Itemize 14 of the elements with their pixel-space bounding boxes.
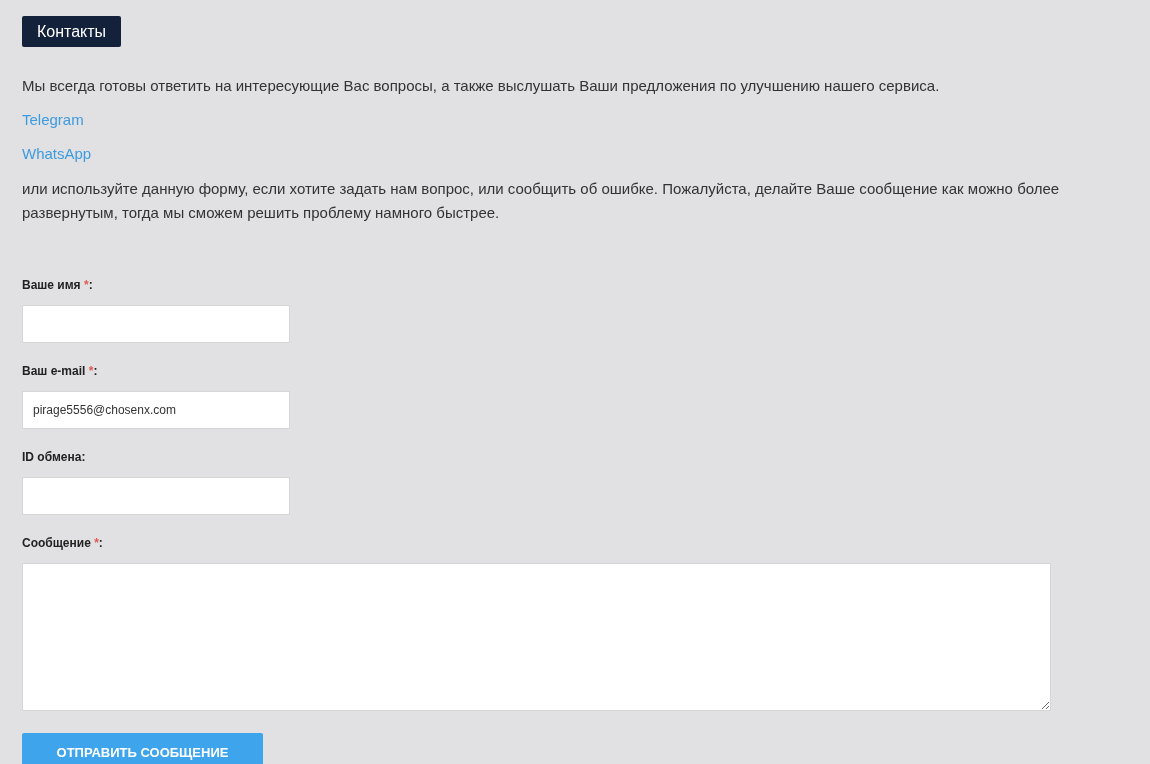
contact-link[interactable]: WhatsApp [22, 143, 92, 165]
submit-button[interactable]: ОТПРАВИТЬ СООБЩЕНИЕ [22, 733, 263, 764]
intro-text: Мы всегда готовы ответить на интересующие Вас вопросы, а также выслушать Ваши предложения по улучшению нашего сервиса. [22, 76, 941, 96]
message-field[interactable] [22, 563, 1051, 711]
field-label: Сообщение *: [22, 535, 104, 551]
field-label: Ваше имя *: [22, 277, 94, 293]
contact-link[interactable]: Telegram [22, 109, 84, 131]
text-field[interactable] [22, 305, 290, 343]
form-description: или используйте данную форму, если хотите задать нам вопрос, или сообщить об ошибке. Пожалуйста, делайте Ваше сообщение как можно более развернутым, тогда мы сможем решить проблему намного быстрее. [22, 179, 1061, 223]
page-heading: Контакты [22, 16, 122, 47]
text-field[interactable] [22, 477, 290, 515]
field-label: Ваш e-mail *: [22, 363, 99, 379]
field-label: ID обмена: [22, 449, 87, 465]
email-field[interactable]: pirage5556@chosenx.com [22, 391, 290, 429]
